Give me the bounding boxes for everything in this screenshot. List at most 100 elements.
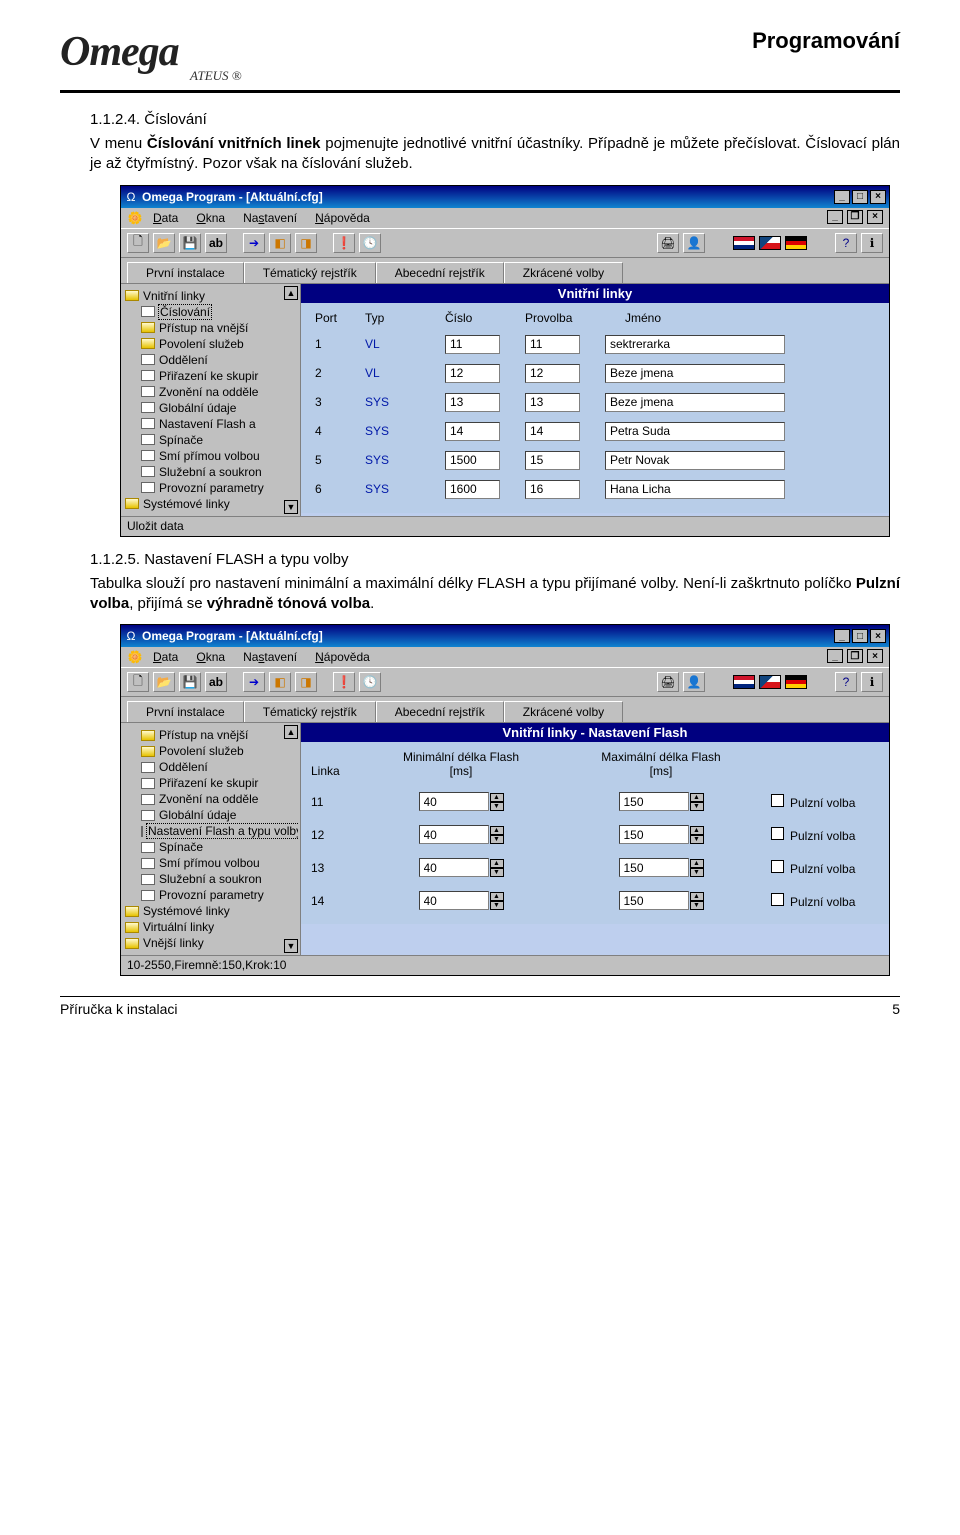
tree-folder[interactable]: Systémové linky [123, 903, 298, 919]
menu-napoveda[interactable]: Nápověda [307, 649, 378, 665]
min-flash-input[interactable] [419, 825, 489, 844]
tree-folder-vnitrni-linky[interactable]: Vnitřní linky [123, 288, 298, 304]
spin-up-icon[interactable]: ▲ [690, 826, 704, 835]
max-flash-input[interactable] [619, 792, 689, 811]
tab-tematicky-rejstrik[interactable]: Tématický rejstřík [244, 262, 376, 283]
new-icon[interactable]: 🗋 [127, 672, 149, 692]
provolba-input[interactable] [525, 451, 580, 470]
download-icon[interactable]: ◨ [295, 672, 317, 692]
flag-de-icon[interactable] [785, 675, 807, 689]
tree-item[interactable]: Oddělení [123, 352, 298, 368]
menu-data[interactable]: Data [145, 210, 186, 226]
tree-item-nastaveni-flash[interactable]: Nastavení Flash a typu volby [123, 823, 298, 839]
provolba-input[interactable] [525, 480, 580, 499]
spin-down-icon[interactable]: ▼ [490, 901, 504, 910]
tree-item[interactable]: Přístup na vnější [123, 320, 298, 336]
jmeno-input[interactable] [605, 480, 785, 499]
tab-zkracene-volby[interactable]: Zkrácené volby [504, 262, 623, 283]
info-icon[interactable]: ℹ [861, 672, 883, 692]
ab-icon[interactable]: ab [205, 233, 227, 253]
minimize-button[interactable]: _ [834, 629, 850, 643]
tree-item[interactable]: Služební a soukron [123, 464, 298, 480]
max-flash-stepper[interactable]: ▲▼ [581, 825, 741, 844]
tree-item[interactable]: Spínače [123, 839, 298, 855]
provolba-input[interactable] [525, 335, 580, 354]
spin-up-icon[interactable]: ▲ [690, 793, 704, 802]
jmeno-input[interactable] [605, 451, 785, 470]
arrow-right-icon[interactable]: ➔ [243, 672, 265, 692]
download-icon[interactable]: ◨ [295, 233, 317, 253]
tab-prvni-instalace[interactable]: První instalace [127, 262, 244, 283]
tab-zkracene-volby[interactable]: Zkrácené volby [504, 701, 623, 722]
help-icon[interactable]: ? [835, 672, 857, 692]
max-flash-input[interactable] [619, 891, 689, 910]
user-icon[interactable]: 👤 [683, 672, 705, 692]
tree-item[interactable]: Zvonění na odděle [123, 791, 298, 807]
minimize-button[interactable]: _ [834, 190, 850, 204]
scroll-down-icon[interactable]: ▼ [284, 939, 298, 953]
tree-folder[interactable]: Vnější linky [123, 935, 298, 951]
tab-abecedni-rejstrik[interactable]: Abecední rejstřík [376, 701, 504, 722]
spin-up-icon[interactable]: ▲ [490, 892, 504, 901]
tree-item[interactable]: Spínače [123, 432, 298, 448]
cislo-input[interactable] [445, 364, 500, 383]
tree-item[interactable]: Oddělení [123, 759, 298, 775]
menu-okna[interactable]: Okna [188, 210, 233, 226]
menu-nastaveni[interactable]: Nastavení [235, 649, 305, 665]
min-flash-input[interactable] [419, 858, 489, 877]
spin-down-icon[interactable]: ▼ [690, 901, 704, 910]
max-flash-input[interactable] [619, 858, 689, 877]
tree-item[interactable]: Globální údaje [123, 400, 298, 416]
provolba-input[interactable] [525, 364, 580, 383]
cislo-input[interactable] [445, 393, 500, 412]
maximize-button[interactable]: □ [852, 629, 868, 643]
spin-up-icon[interactable]: ▲ [490, 793, 504, 802]
pulzni-volba-checkbox[interactable]: Pulzní volba [771, 827, 855, 843]
tree-item[interactable]: Globální údaje [123, 807, 298, 823]
tree-item[interactable]: Přiřazení ke skupir [123, 775, 298, 791]
save-icon[interactable]: 💾 [179, 672, 201, 692]
open-icon[interactable]: 📂 [153, 672, 175, 692]
min-flash-input[interactable] [419, 792, 489, 811]
mdi-close-button[interactable]: × [867, 649, 883, 663]
scroll-up-icon[interactable]: ▲ [284, 286, 298, 300]
checkbox-icon[interactable] [771, 893, 784, 906]
max-flash-stepper[interactable]: ▲▼ [581, 792, 741, 811]
tree-item[interactable]: Povolení služeb [123, 743, 298, 759]
upload-icon[interactable]: ◧ [269, 672, 291, 692]
tree-item[interactable]: Provozní parametry [123, 480, 298, 496]
max-flash-input[interactable] [619, 825, 689, 844]
jmeno-input[interactable] [605, 422, 785, 441]
tree-item[interactable]: Přiřazení ke skupir [123, 368, 298, 384]
spin-down-icon[interactable]: ▼ [690, 802, 704, 811]
spin-down-icon[interactable]: ▼ [490, 802, 504, 811]
min-flash-input[interactable] [419, 891, 489, 910]
provolba-input[interactable] [525, 393, 580, 412]
tab-prvni-instalace[interactable]: První instalace [127, 701, 244, 722]
min-flash-stepper[interactable]: ▲▼ [381, 825, 541, 844]
alert-icon[interactable]: ❗ [333, 672, 355, 692]
cislo-input[interactable] [445, 422, 500, 441]
mdi-minimize-button[interactable]: _ [827, 210, 843, 224]
flag-uk-icon[interactable] [733, 236, 755, 250]
tree-item[interactable]: Nastavení Flash a [123, 416, 298, 432]
spin-down-icon[interactable]: ▼ [690, 868, 704, 877]
max-flash-stepper[interactable]: ▲▼ [581, 891, 741, 910]
tree-item[interactable]: Přístup na vnější [123, 727, 298, 743]
maximize-button[interactable]: □ [852, 190, 868, 204]
mdi-restore-button[interactable]: ❐ [847, 649, 863, 663]
tree-item[interactable]: Smí přímou volbou [123, 855, 298, 871]
tree-item[interactable]: Zvonění na odděle [123, 384, 298, 400]
tree-item[interactable]: Služební a soukron [123, 871, 298, 887]
tree-folder[interactable]: Virtuální linky [123, 919, 298, 935]
user-icon[interactable]: 👤 [683, 233, 705, 253]
save-icon[interactable]: 💾 [179, 233, 201, 253]
min-flash-stepper[interactable]: ▲▼ [381, 792, 541, 811]
mdi-restore-button[interactable]: ❐ [847, 210, 863, 224]
tree-item-cislovani[interactable]: Číslování [123, 304, 298, 320]
provolba-input[interactable] [525, 422, 580, 441]
close-button[interactable]: × [870, 190, 886, 204]
pulzni-volba-checkbox[interactable]: Pulzní volba [771, 893, 855, 909]
spin-up-icon[interactable]: ▲ [490, 826, 504, 835]
tree-item[interactable]: Provozní parametry [123, 887, 298, 903]
